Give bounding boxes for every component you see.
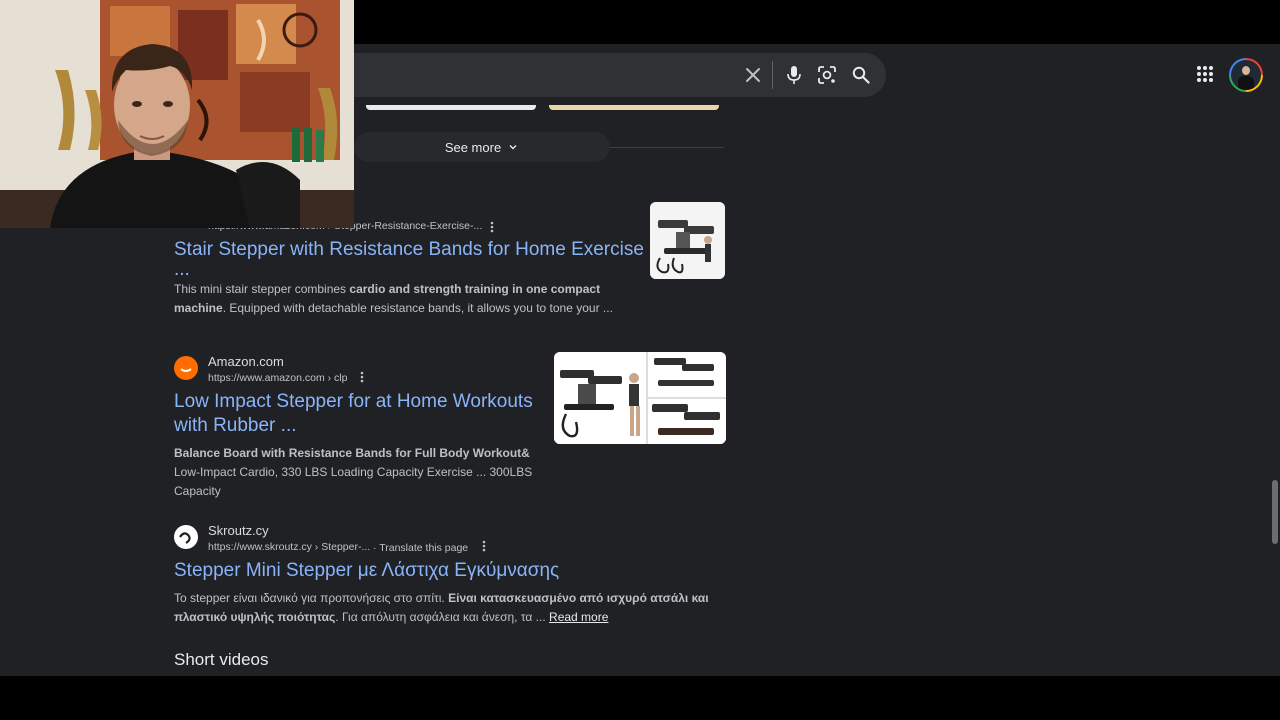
see-more-label: See more — [444, 139, 502, 155]
result-site-name: Amazon.com — [208, 354, 284, 369]
result-url: https://www.skroutz.cy › Stepper-... — [208, 541, 371, 553]
search-submit-button[interactable] — [849, 63, 873, 87]
result-snippet: This mini stair stepper combines cardio … — [174, 282, 613, 315]
chevron-down-icon — [509, 145, 517, 150]
result-snippet: Balance Board with Resistance Bands for … — [174, 446, 533, 498]
translate-page-link[interactable]: · Translate this page — [373, 542, 468, 554]
result-title-link[interactable]: Stepper Mini Stepper με Λάστιχα Εγκύμνασ… — [174, 559, 734, 583]
search-input[interactable] — [326, 63, 726, 87]
skroutz-favicon-icon — [174, 525, 198, 549]
more-vert-icon — [490, 221, 494, 233]
stepper-image — [650, 202, 725, 279]
stepper-image — [554, 352, 726, 444]
scrollbar-thumb[interactable] — [1272, 480, 1278, 544]
more-vert-icon — [360, 371, 364, 383]
apps-grid-icon — [1197, 66, 1213, 82]
lens-search-button[interactable] — [815, 63, 839, 87]
result-snippet: Το stepper είναι ιδανικό για προπονήσεις… — [174, 591, 709, 624]
image-thumbnail-strip[interactable] — [366, 105, 536, 110]
result-source[interactable]: Skroutz.cy https://www.skroutz.cy › Step… — [174, 521, 734, 557]
voice-search-button[interactable] — [782, 63, 806, 87]
more-options-button[interactable] — [356, 370, 368, 384]
result-site-name: Skroutz.cy — [208, 523, 269, 538]
close-icon — [746, 68, 760, 82]
more-options-button[interactable] — [486, 220, 498, 234]
short-videos-heading: Short videos — [174, 650, 269, 669]
search-icon — [852, 66, 870, 84]
result-url: https://www.amazon.com › clp — [208, 372, 348, 384]
camera-lens-icon — [818, 66, 836, 84]
account-avatar[interactable] — [1229, 58, 1263, 92]
search-box[interactable] — [310, 53, 886, 97]
bottom-black-bar — [0, 676, 1280, 720]
webcam-video-image — [0, 0, 354, 228]
divider — [610, 147, 724, 148]
google-apps-button[interactable] — [1193, 62, 1217, 86]
read-more-link[interactable]: Read more — [549, 610, 608, 624]
result-image-collage[interactable] — [554, 352, 726, 444]
search-divider — [772, 61, 773, 89]
microphone-icon — [787, 66, 801, 84]
see-more-button[interactable]: See more — [354, 132, 610, 162]
webcam-overlay — [0, 0, 354, 228]
search-result: Skroutz.cy https://www.skroutz.cy › Step… — [174, 521, 734, 627]
clear-search-button[interactable] — [741, 63, 765, 87]
more-vert-icon — [482, 540, 486, 552]
amazon-favicon-icon — [174, 356, 198, 380]
avatar-image — [1231, 60, 1261, 90]
more-options-button[interactable] — [478, 539, 490, 553]
result-thumbnail[interactable] — [650, 202, 725, 279]
image-thumbnail-strip[interactable] — [549, 105, 719, 110]
